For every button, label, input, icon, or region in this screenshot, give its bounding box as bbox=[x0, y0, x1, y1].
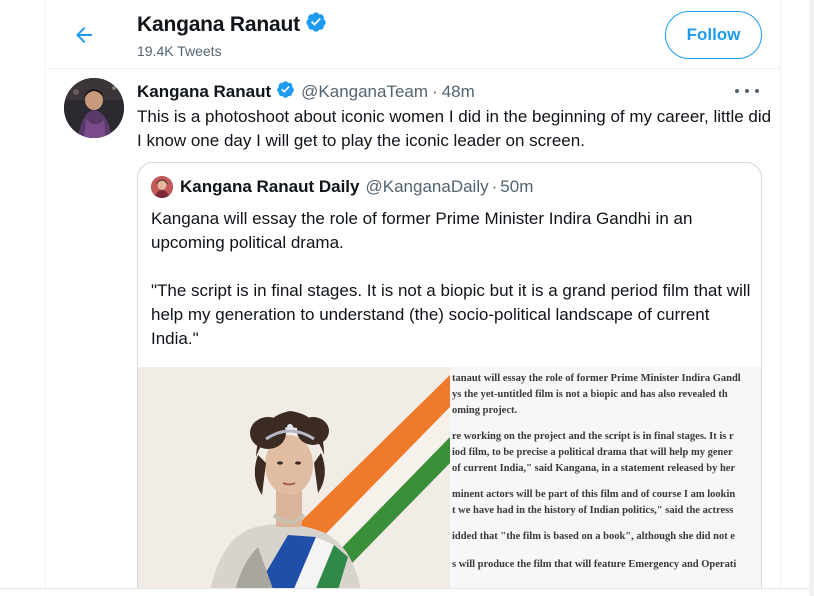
separator-dot: · bbox=[432, 82, 438, 101]
photoshoot-image[interactable] bbox=[138, 367, 450, 596]
article-line: oming project. bbox=[452, 405, 518, 416]
bottom-strip bbox=[0, 588, 814, 596]
article-line: t we have had in the history of Indian p… bbox=[452, 505, 734, 516]
follow-button[interactable]: Follow bbox=[665, 11, 762, 59]
article-line: tanaut will essay the role of former Pri… bbox=[452, 373, 741, 384]
quoted-timestamp: 50m bbox=[500, 177, 534, 196]
verified-badge-icon bbox=[305, 11, 327, 38]
tweet-header: Kangana Ranaut @KanganaTeam · 48m bbox=[137, 80, 475, 104]
header-title: Kangana Ranaut bbox=[137, 11, 327, 38]
article-screenshot[interactable]: tanaut will essay the role of former Pri… bbox=[450, 367, 761, 596]
quoted-media[interactable]: tanaut will essay the role of former Pri… bbox=[138, 367, 761, 596]
author-name[interactable]: Kangana Ranaut bbox=[137, 82, 271, 102]
quoted-paragraph-1: Kangana will essay the role of former Pr… bbox=[151, 209, 693, 252]
back-arrow-icon bbox=[76, 27, 92, 43]
tweet[interactable]: Kangana Ranaut @KanganaTeam · 48m This i… bbox=[45, 69, 781, 596]
quoted-tweet-header: Kangana Ranaut Daily @KanganaDaily · 50m bbox=[151, 176, 533, 198]
avatar[interactable] bbox=[64, 78, 124, 138]
article-line: of current India," said Kangana, in a st… bbox=[452, 463, 736, 474]
profile-header: Kangana Ranaut 19.4K Tweets Follow bbox=[45, 0, 781, 69]
quoted-paragraph-2: "The script is in final stages. It is no… bbox=[151, 281, 751, 348]
quoted-tweet[interactable]: Kangana Ranaut Daily @KanganaDaily · 50m… bbox=[137, 162, 762, 596]
quoted-tweet-text: Kangana will essay the role of former Pr… bbox=[151, 207, 751, 351]
separator-dot: · bbox=[491, 177, 498, 196]
article-line: iod film, to be precise a political dram… bbox=[452, 447, 733, 458]
tweet-timestamp[interactable]: 48m bbox=[442, 82, 475, 102]
article-line: minent actors will be part of this film … bbox=[452, 489, 736, 500]
left-gutter bbox=[0, 0, 46, 596]
quoted-avatar bbox=[151, 176, 173, 198]
more-options-icon[interactable] bbox=[735, 83, 759, 99]
tweet-count: 19.4K Tweets bbox=[137, 43, 222, 59]
window-edge bbox=[809, 0, 814, 596]
article-line: ys the yet-untitled film is not a biopic… bbox=[452, 389, 728, 400]
back-button[interactable] bbox=[67, 18, 101, 52]
article-line: re working on the project and the script… bbox=[452, 431, 734, 442]
profile-name: Kangana Ranaut bbox=[137, 12, 300, 36]
tweet-text: This is a photoshoot about iconic women … bbox=[137, 107, 772, 150]
verified-badge-icon bbox=[276, 80, 295, 104]
article-line: idded that "the film is based on a book"… bbox=[452, 531, 735, 542]
article-line: s will produce the film that will featur… bbox=[452, 559, 737, 570]
quoted-author-name: Kangana Ranaut Daily bbox=[180, 177, 360, 196]
author-handle[interactable]: @KanganaTeam bbox=[301, 82, 428, 102]
quoted-author-handle: @KanganaDaily bbox=[365, 177, 489, 196]
